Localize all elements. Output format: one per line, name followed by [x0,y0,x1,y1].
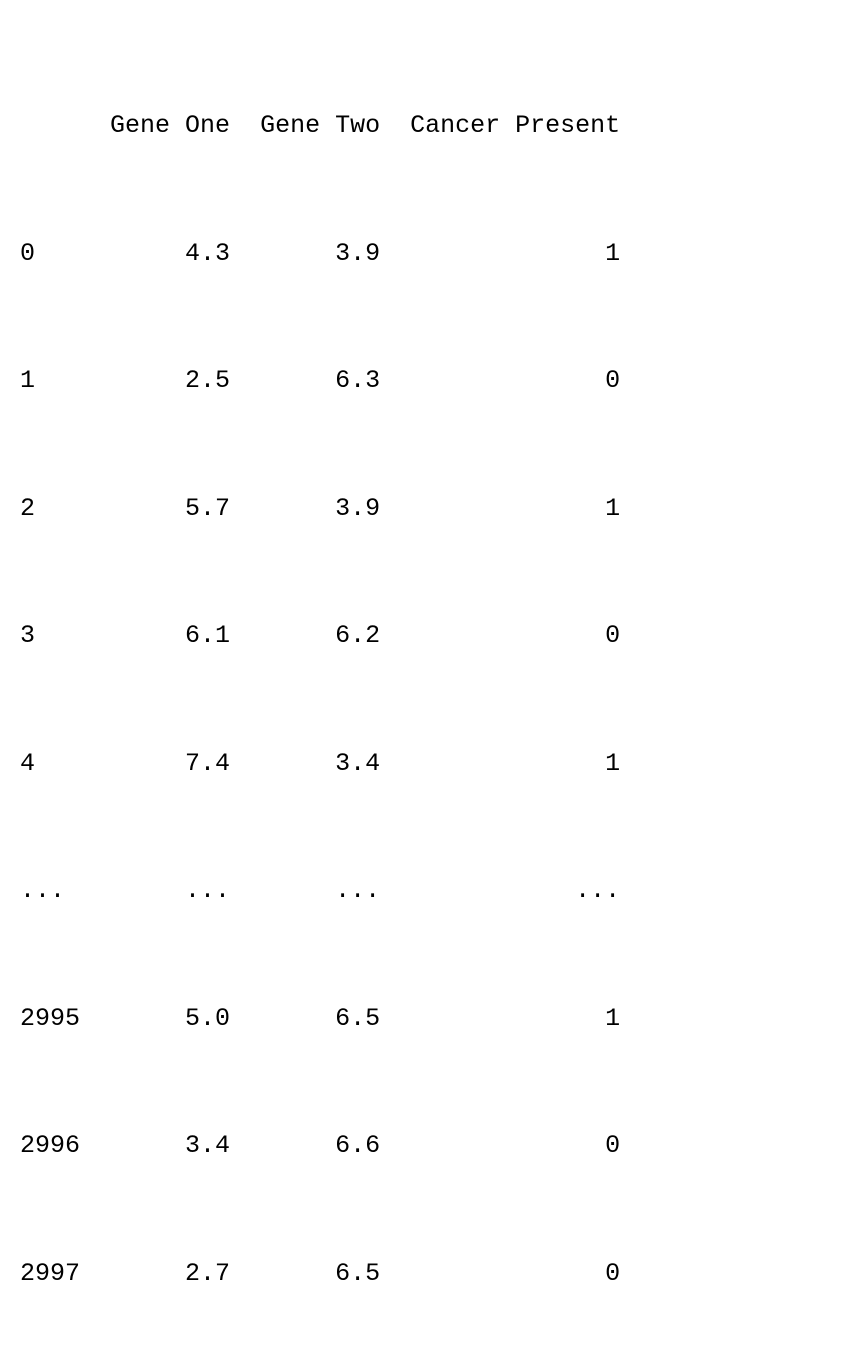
cell-cancer: 0 [380,366,620,395]
row-index: 3 [20,621,110,650]
cell-cancer: 0 [380,1259,620,1288]
row-index: 2 [20,494,110,523]
column-header-gene-one: Gene One [110,111,230,140]
cell-gene-one: 4.3 [110,239,230,268]
cell-gene-two: 6.3 [230,366,380,395]
cell-gene-one: 2.5 [110,366,230,395]
table-row: 4 7.4 3.4 1 [20,743,830,786]
index-header-pad [20,111,110,140]
cell-gene-one: ... [110,876,230,905]
row-index: 2995 [20,1004,110,1033]
table-row: 2 5.7 3.9 1 [20,488,830,531]
table-row: 1 2.5 6.3 0 [20,360,830,403]
row-index: 1 [20,366,110,395]
table-row: 2996 3.4 6.6 0 [20,1125,830,1168]
row-index: 2996 [20,1131,110,1160]
column-header-cancer-present: Cancer Present [410,111,620,140]
cell-gene-two: 6.5 [230,1004,380,1033]
table-row: 0 4.3 3.9 1 [20,233,830,276]
cell-cancer: 1 [380,239,620,268]
cell-cancer: 1 [380,749,620,778]
cell-gene-two: 3.9 [230,239,380,268]
header-sep [230,111,260,140]
cell-cancer: 1 [380,494,620,523]
cell-gene-two: 6.5 [230,1259,380,1288]
cell-gene-two: 3.9 [230,494,380,523]
row-index: 4 [20,749,110,778]
cell-gene-two: 3.4 [230,749,380,778]
cell-gene-one: 7.4 [110,749,230,778]
cell-cancer: 0 [380,621,620,650]
column-header-gene-two: Gene Two [260,111,380,140]
row-index: ... [20,876,110,905]
cell-gene-one: 6.1 [110,621,230,650]
table-row: 2995 5.0 6.5 1 [20,998,830,1041]
table-row: 2997 2.7 6.5 0 [20,1253,830,1296]
table-ellipsis-row: ... ... ... ... [20,870,830,913]
table-row: 3 6.1 6.2 0 [20,615,830,658]
dataframe-output: Gene One Gene Two Cancer Present 0 4.3 3… [20,20,830,1372]
cell-gene-two: 6.6 [230,1131,380,1160]
cell-gene-one: 5.7 [110,494,230,523]
cell-gene-two: 6.2 [230,621,380,650]
cell-gene-one: 2.7 [110,1259,230,1288]
cell-cancer: ... [380,876,620,905]
cell-gene-one: 5.0 [110,1004,230,1033]
header-sep [380,111,410,140]
cell-gene-one: 3.4 [110,1131,230,1160]
row-index: 2997 [20,1259,110,1288]
row-index: 0 [20,239,110,268]
table-header-row: Gene One Gene Two Cancer Present [20,105,830,148]
cell-cancer: 1 [380,1004,620,1033]
cell-cancer: 0 [380,1131,620,1160]
cell-gene-two: ... [230,876,380,905]
